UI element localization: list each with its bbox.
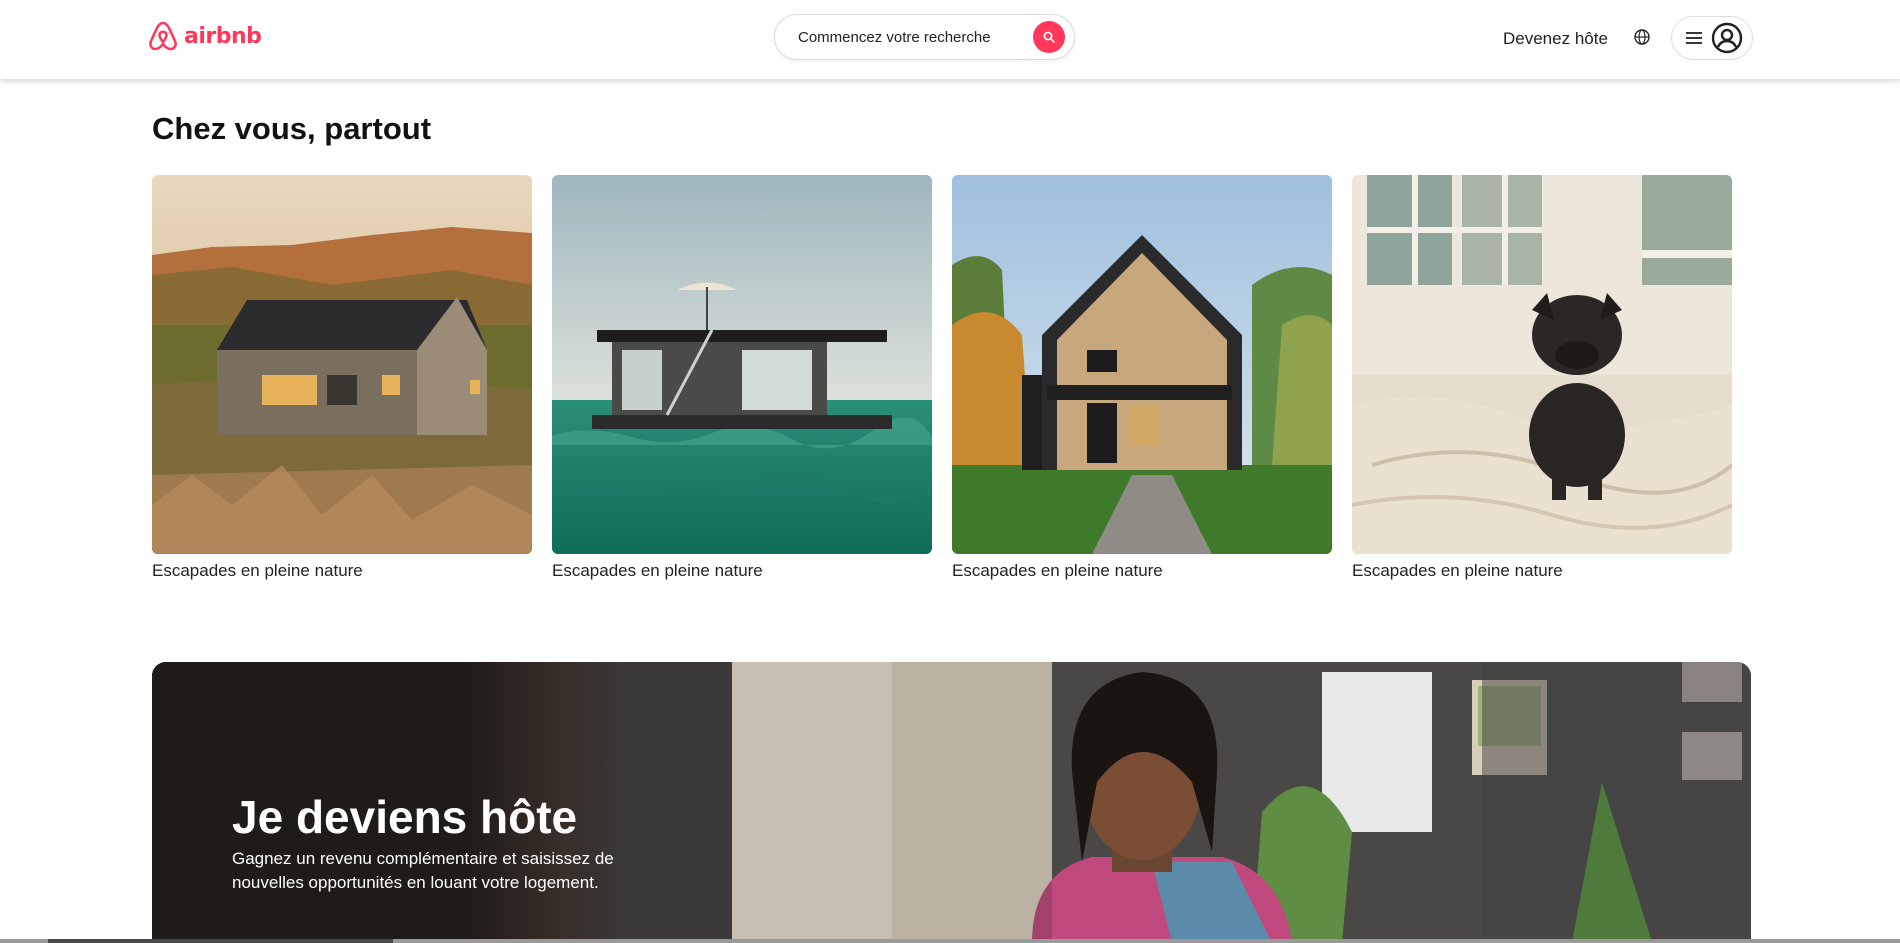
become-host-link[interactable]: Devenez hôte xyxy=(1503,29,1608,49)
card-label: Escapades en pleine nature xyxy=(152,561,363,580)
card-label: Escapades en pleine nature xyxy=(552,561,763,580)
card-label: Escapades en pleine nature xyxy=(1352,561,1563,580)
airbnb-belo-icon xyxy=(149,21,177,51)
category-card[interactable]: Escapades en pleine nature xyxy=(1352,175,1732,581)
category-cards: Escapades en pleine nature Escapades en … xyxy=(152,175,1732,585)
globe-icon[interactable] xyxy=(1632,27,1652,47)
user-menu-button[interactable] xyxy=(1671,16,1753,60)
card-label: Escapades en pleine nature xyxy=(952,561,1163,580)
category-card[interactable]: Escapades en pleine nature xyxy=(552,175,932,581)
search-icon xyxy=(1043,31,1055,43)
horizontal-scrollbar[interactable] xyxy=(0,939,1900,943)
card-image xyxy=(152,175,532,554)
scrollbar-thumb[interactable] xyxy=(48,939,393,943)
category-card[interactable]: Escapades en pleine nature xyxy=(952,175,1332,581)
search-button[interactable] xyxy=(1033,21,1065,53)
card-image xyxy=(1352,175,1732,554)
hamburger-menu-icon xyxy=(1686,32,1702,44)
banner-title: Je deviens hôte xyxy=(232,791,578,843)
logo-text: airbnb xyxy=(184,23,262,49)
card-image xyxy=(952,175,1332,554)
top-nav-bar: airbnb Commencez votre recherche Devenez… xyxy=(0,0,1900,79)
search-placeholder: Commencez votre recherche xyxy=(798,28,991,46)
banner-description: Gagnez un revenu complémentaire et saisi… xyxy=(232,849,614,892)
category-card[interactable]: Escapades en pleine nature xyxy=(152,175,532,581)
user-avatar-icon xyxy=(1711,22,1743,54)
search-bar[interactable]: Commencez votre recherche xyxy=(774,14,1075,60)
become-host-banner[interactable]: Je deviens hôte Gagnez un revenu complém… xyxy=(152,662,1751,943)
airbnb-logo[interactable]: airbnb xyxy=(148,20,262,52)
card-image xyxy=(552,175,932,554)
section-title: Chez vous, partout xyxy=(152,111,432,146)
